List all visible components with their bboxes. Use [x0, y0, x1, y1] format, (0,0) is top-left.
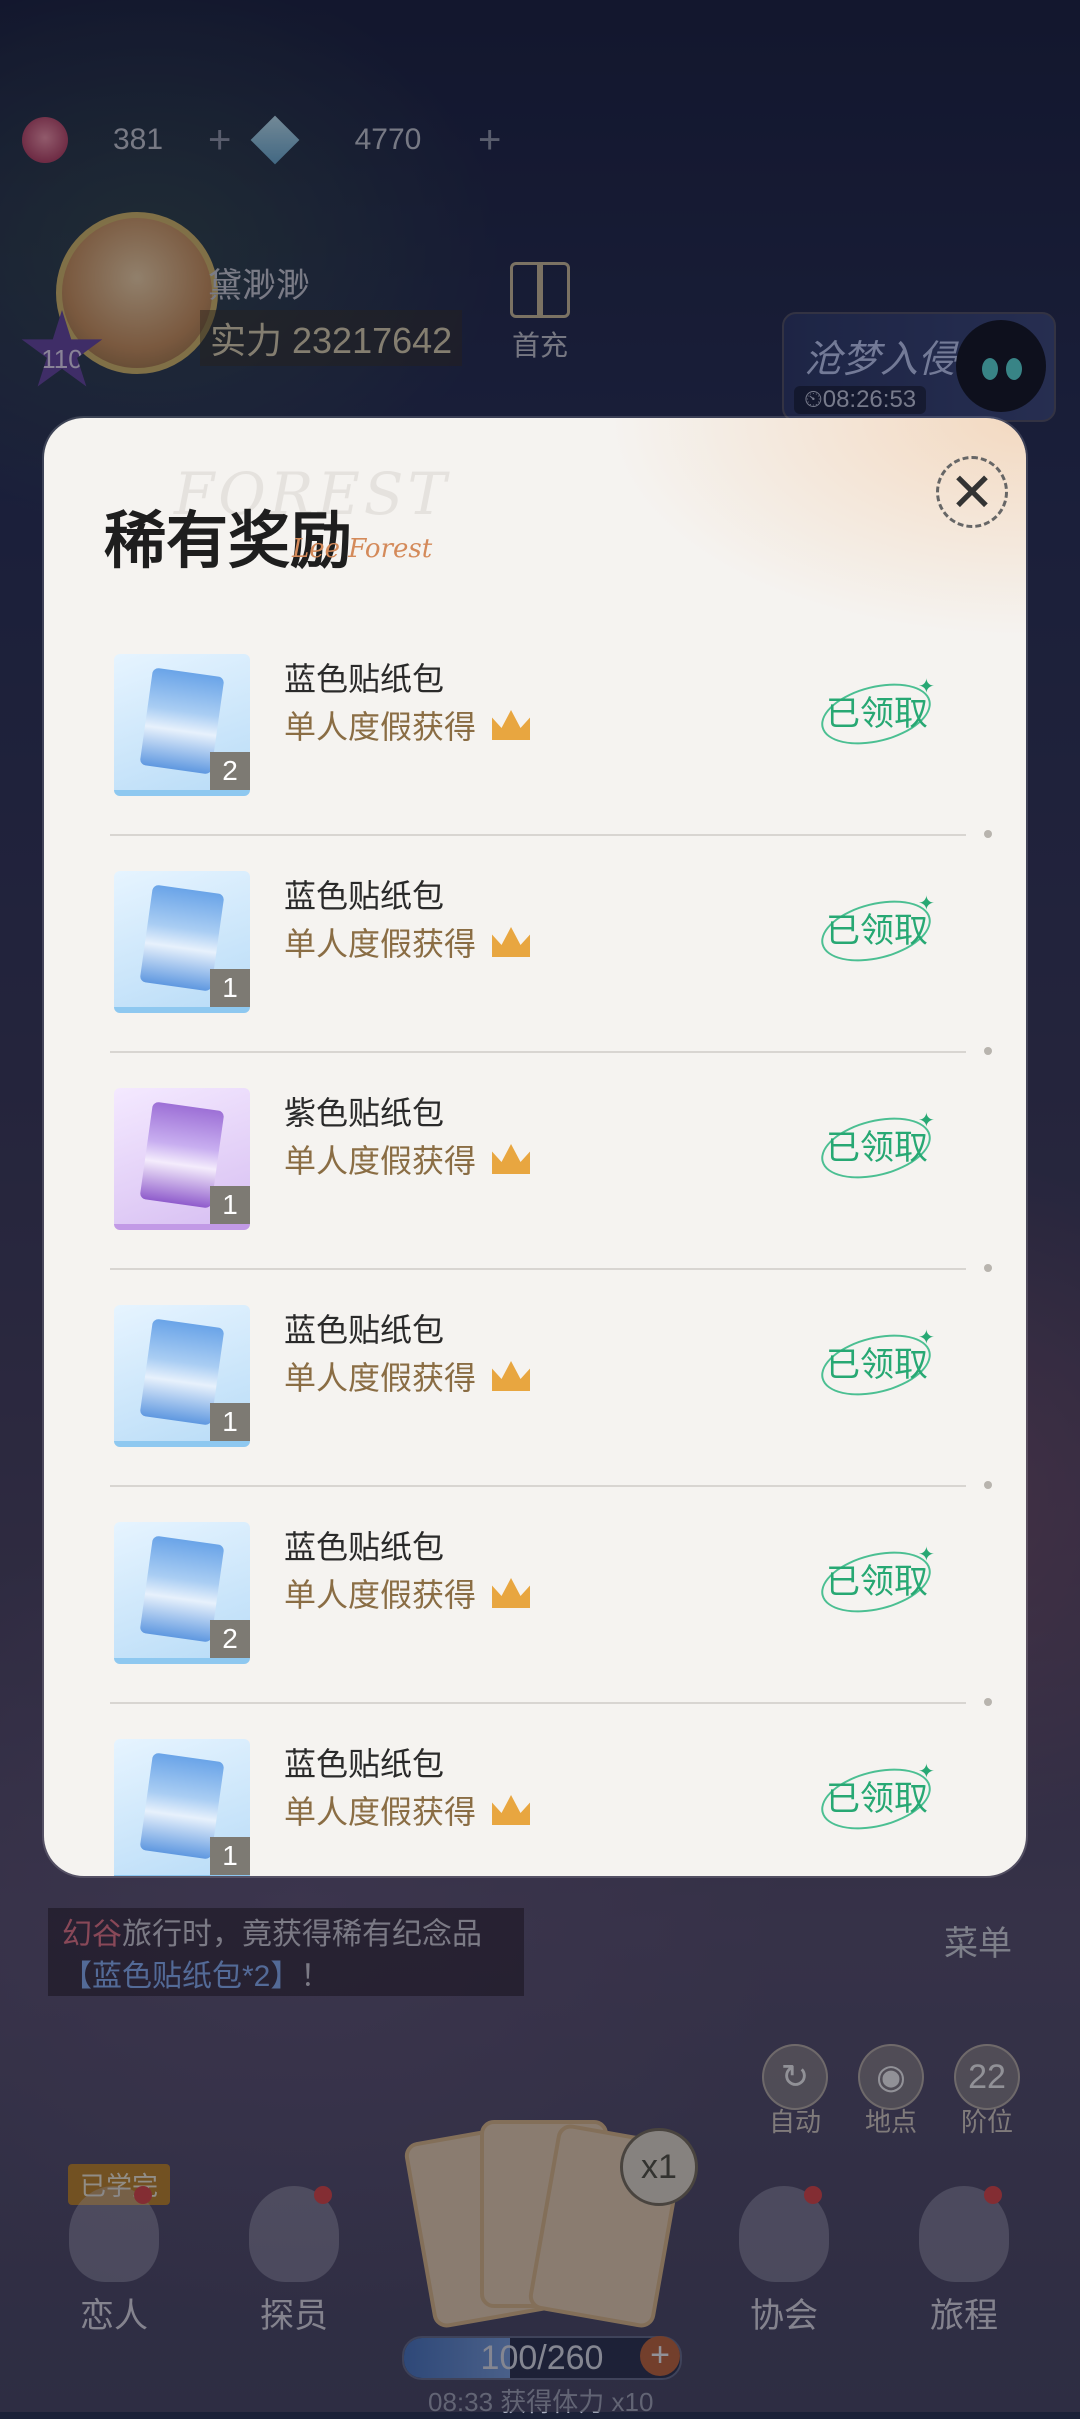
claimed-stamp: 已领取 ✦: [814, 1324, 938, 1406]
item-name: 蓝色贴纸包: [284, 1312, 445, 1348]
item-source: 单人度假获得: [284, 919, 531, 965]
item-name: 蓝色贴纸包: [284, 661, 445, 697]
item-quantity: 1: [210, 1186, 250, 1224]
item-quantity: 1: [210, 1403, 250, 1441]
item-quantity: 2: [210, 752, 250, 790]
list-item: 1 蓝色贴纸包 单人度假获得 已领取 ✦: [44, 1703, 1026, 1876]
sticker-pack-thumbnail: 2: [114, 654, 250, 796]
claimed-stamp: 已领取 ✦: [814, 673, 938, 755]
crown-icon: [492, 1361, 531, 1391]
sticker-pack-thumbnail: 1: [114, 1305, 250, 1447]
claimed-label: 已领取: [826, 1563, 928, 1601]
item-source-label: 单人度假获得: [284, 1360, 477, 1396]
item-source: 单人度假获得: [284, 1136, 531, 1182]
claimed-label: 已领取: [826, 695, 928, 733]
item-name: 蓝色贴纸包: [284, 1746, 445, 1782]
item-source: 单人度假获得: [284, 1353, 531, 1399]
list-item: 1 紫色贴纸包 单人度假获得 已领取 ✦: [44, 1052, 1026, 1272]
item-quantity: 1: [210, 1837, 250, 1875]
modal-signature: Lee Forest: [292, 534, 433, 564]
claimed-label: 已领取: [826, 1129, 928, 1167]
item-name: 蓝色贴纸包: [284, 878, 445, 914]
sticker-pack-thumbnail: 1: [114, 1088, 250, 1230]
item-source-label: 单人度假获得: [284, 1143, 477, 1179]
close-icon: ✕: [949, 462, 995, 523]
crown-icon: [492, 1144, 531, 1174]
sparkle-icon: ✦: [918, 1327, 935, 1349]
sticker-pack-thumbnail: 2: [114, 1522, 250, 1664]
claimed-stamp: 已领取 ✦: [814, 1107, 938, 1189]
reward-list[interactable]: 2 蓝色贴纸包 单人度假获得 已领取 ✦ 1 蓝色贴纸包 单人度假获得 已领取 ✦ …: [44, 618, 1026, 1876]
item-name: 紫色贴纸包: [284, 1095, 445, 1131]
sparkle-icon: ✦: [918, 1110, 935, 1132]
item-name: 蓝色贴纸包: [284, 1529, 445, 1565]
sparkle-icon: ✦: [918, 1544, 935, 1566]
list-item: 2 蓝色贴纸包 单人度假获得 已领取 ✦: [44, 618, 1026, 838]
crown-icon: [492, 1795, 531, 1825]
sparkle-icon: ✦: [918, 893, 935, 915]
claimed-label: 已领取: [826, 1780, 928, 1818]
list-item: 1 蓝色贴纸包 单人度假获得 已领取 ✦: [44, 1269, 1026, 1489]
item-quantity: 1: [210, 969, 250, 1007]
flower-decoration: [606, 418, 1026, 638]
item-source: 单人度假获得: [284, 1787, 531, 1833]
claimed-label: 已领取: [826, 1346, 928, 1384]
crown-icon: [492, 710, 531, 740]
claimed-stamp: 已领取 ✦: [814, 1758, 938, 1840]
item-quantity: 2: [210, 1620, 250, 1658]
item-source: 单人度假获得: [284, 1570, 531, 1616]
sparkle-icon: ✦: [918, 1761, 935, 1783]
item-source-label: 单人度假获得: [284, 709, 477, 745]
list-item: 1 蓝色贴纸包 单人度假获得 已领取 ✦: [44, 835, 1026, 1055]
item-source-label: 单人度假获得: [284, 926, 477, 962]
item-source-label: 单人度假获得: [284, 1577, 477, 1613]
crown-icon: [492, 1578, 531, 1608]
claimed-stamp: 已领取 ✦: [814, 1541, 938, 1623]
list-item: 2 蓝色贴纸包 单人度假获得 已领取 ✦: [44, 1486, 1026, 1706]
item-source: 单人度假获得: [284, 702, 531, 748]
claimed-label: 已领取: [826, 912, 928, 950]
sparkle-icon: ✦: [918, 676, 935, 698]
sticker-pack-thumbnail: 1: [114, 871, 250, 1013]
close-button[interactable]: ✕: [936, 456, 1008, 528]
item-source-label: 单人度假获得: [284, 1794, 477, 1830]
claimed-stamp: 已领取 ✦: [814, 890, 938, 972]
rare-rewards-modal: FOREST 稀有奖励 Lee Forest ✕ 2 蓝色贴纸包 单人度假获得 …: [44, 418, 1026, 1876]
sticker-pack-thumbnail: 1: [114, 1739, 250, 1876]
crown-icon: [492, 927, 531, 957]
